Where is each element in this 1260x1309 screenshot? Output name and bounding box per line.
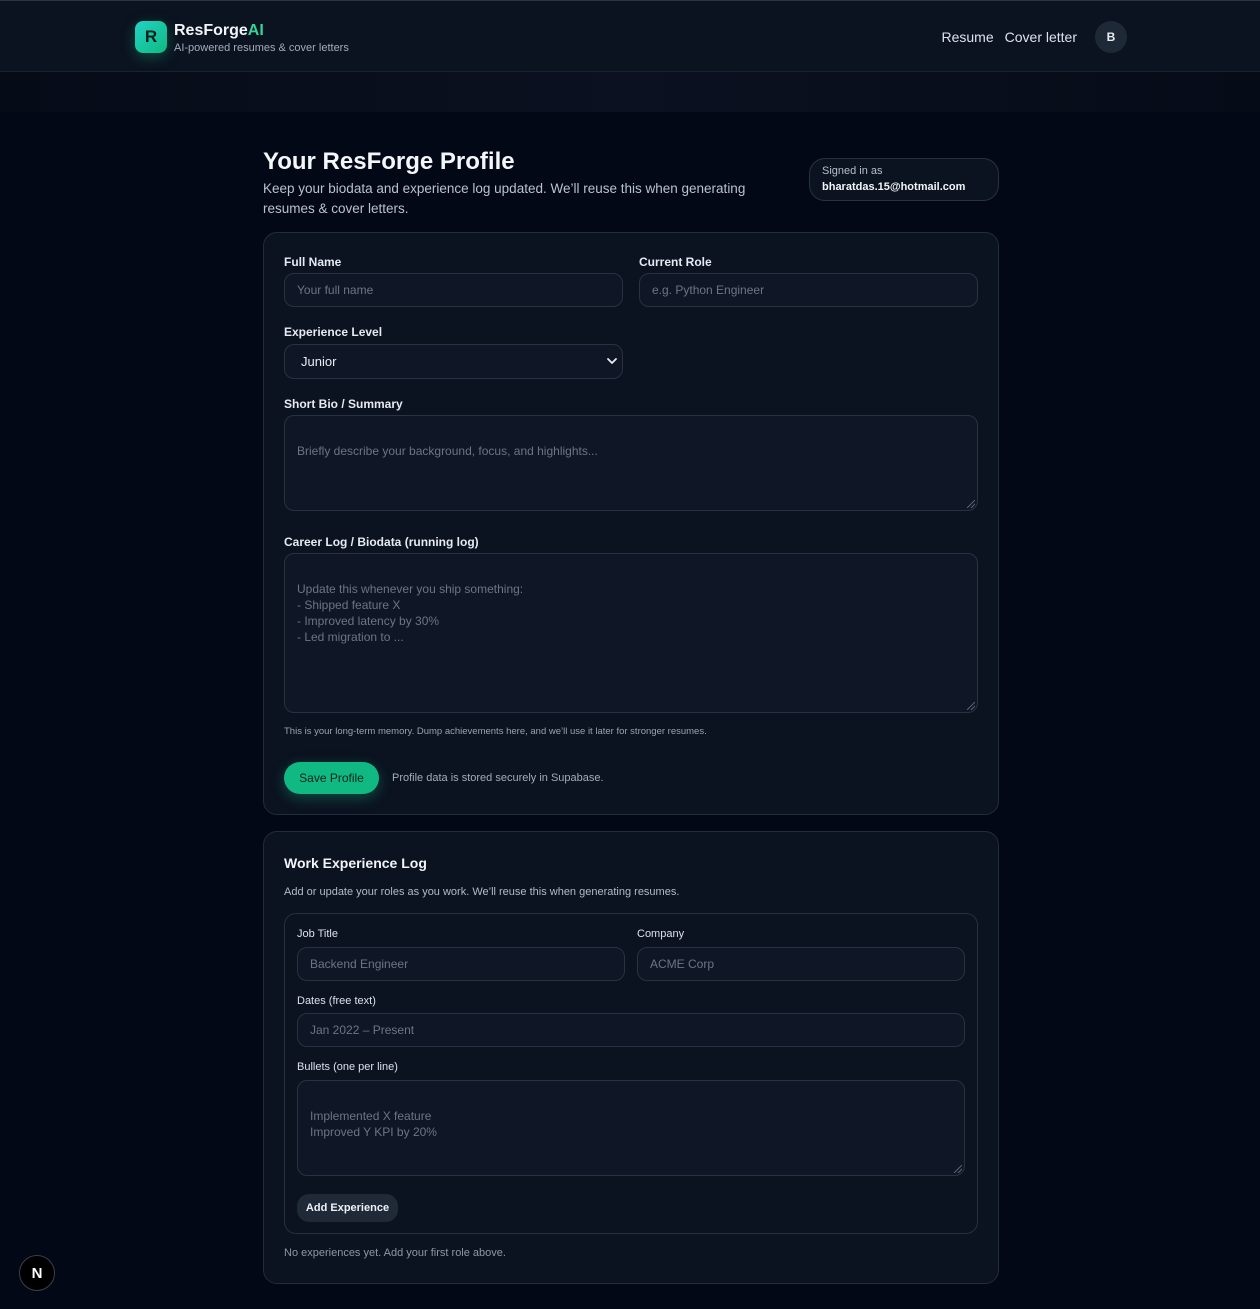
avatar[interactable]: B: [1095, 21, 1127, 53]
nav-resume-link[interactable]: Resume: [942, 21, 994, 53]
work-experience-card: Work Experience Log Add or update your r…: [263, 831, 999, 1284]
career-log-textarea[interactable]: Update this whenever you ship something:…: [284, 553, 978, 713]
top-nav: Resume Cover letter B: [942, 21, 1127, 53]
experience-level-value: Junior: [301, 354, 337, 369]
full-name-input[interactable]: Your full name: [284, 273, 623, 307]
brand-tagline: AI-powered resumes & cover letters: [174, 42, 349, 54]
page-header: Your ResForge Profile Keep your biodata …: [263, 148, 999, 219]
bullets-label: Bullets (one per line): [297, 1061, 398, 1073]
company-input[interactable]: ACME Corp: [637, 947, 965, 981]
logo-icon: R: [135, 21, 167, 53]
work-experience-subtitle: Add or update your roles as you work. We…: [284, 886, 680, 898]
profile-card: Full Name Your full name Current Role e.…: [263, 232, 999, 815]
work-experience-title: Work Experience Log: [284, 855, 427, 871]
current-role-input[interactable]: e.g. Python Engineer: [639, 273, 978, 307]
save-note: Profile data is stored securely in Supab…: [392, 772, 604, 784]
career-log-hint: This is your long-term memory. Dump achi…: [284, 726, 707, 737]
save-profile-button[interactable]: Save Profile: [284, 762, 379, 794]
resize-handle-icon[interactable]: [967, 500, 975, 508]
brand[interactable]: R ResForgeAI AI-powered resumes & cover …: [135, 21, 349, 54]
top-navbar: R ResForgeAI AI-powered resumes & cover …: [0, 0, 1260, 72]
signed-in-badge: Signed in as bharatdas.15@hotmail.com: [809, 158, 999, 201]
signed-in-email: bharatdas.15@hotmail.com: [822, 181, 966, 193]
nextjs-badge-icon[interactable]: N: [19, 1255, 55, 1291]
experience-form: Job Title Backend Engineer Company ACME …: [284, 913, 978, 1234]
chevron-down-icon: [607, 358, 617, 364]
job-title-label: Job Title: [297, 928, 338, 940]
empty-experiences-text: No experiences yet. Add your first role …: [284, 1247, 506, 1259]
bio-label: Short Bio / Summary: [284, 397, 403, 411]
brand-name: ResForgeAI: [174, 22, 264, 39]
resize-handle-icon[interactable]: [954, 1165, 962, 1173]
experience-level-label: Experience Level: [284, 325, 383, 339]
bullets-textarea[interactable]: Implemented X feature Improved Y KPI by …: [297, 1080, 965, 1176]
add-experience-button[interactable]: Add Experience: [297, 1194, 398, 1222]
current-role-label: Current Role: [639, 255, 712, 269]
full-name-label: Full Name: [284, 255, 342, 269]
signed-in-label: Signed in as: [822, 165, 883, 177]
career-log-label: Career Log / Biodata (running log): [284, 535, 479, 549]
company-label: Company: [637, 928, 685, 940]
header-band: [0, 72, 1260, 112]
nav-cover-letter-link[interactable]: Cover letter: [1005, 21, 1077, 53]
page-subtitle: Keep your biodata and experience log upd…: [263, 181, 746, 216]
bio-textarea[interactable]: Briefly describe your background, focus,…: [284, 415, 978, 511]
dates-label: Dates (free text): [297, 995, 376, 1007]
job-title-input[interactable]: Backend Engineer: [297, 947, 625, 981]
dates-input[interactable]: Jan 2022 – Present: [297, 1013, 965, 1047]
resize-handle-icon[interactable]: [967, 702, 975, 710]
experience-level-select[interactable]: Junior: [284, 344, 623, 379]
